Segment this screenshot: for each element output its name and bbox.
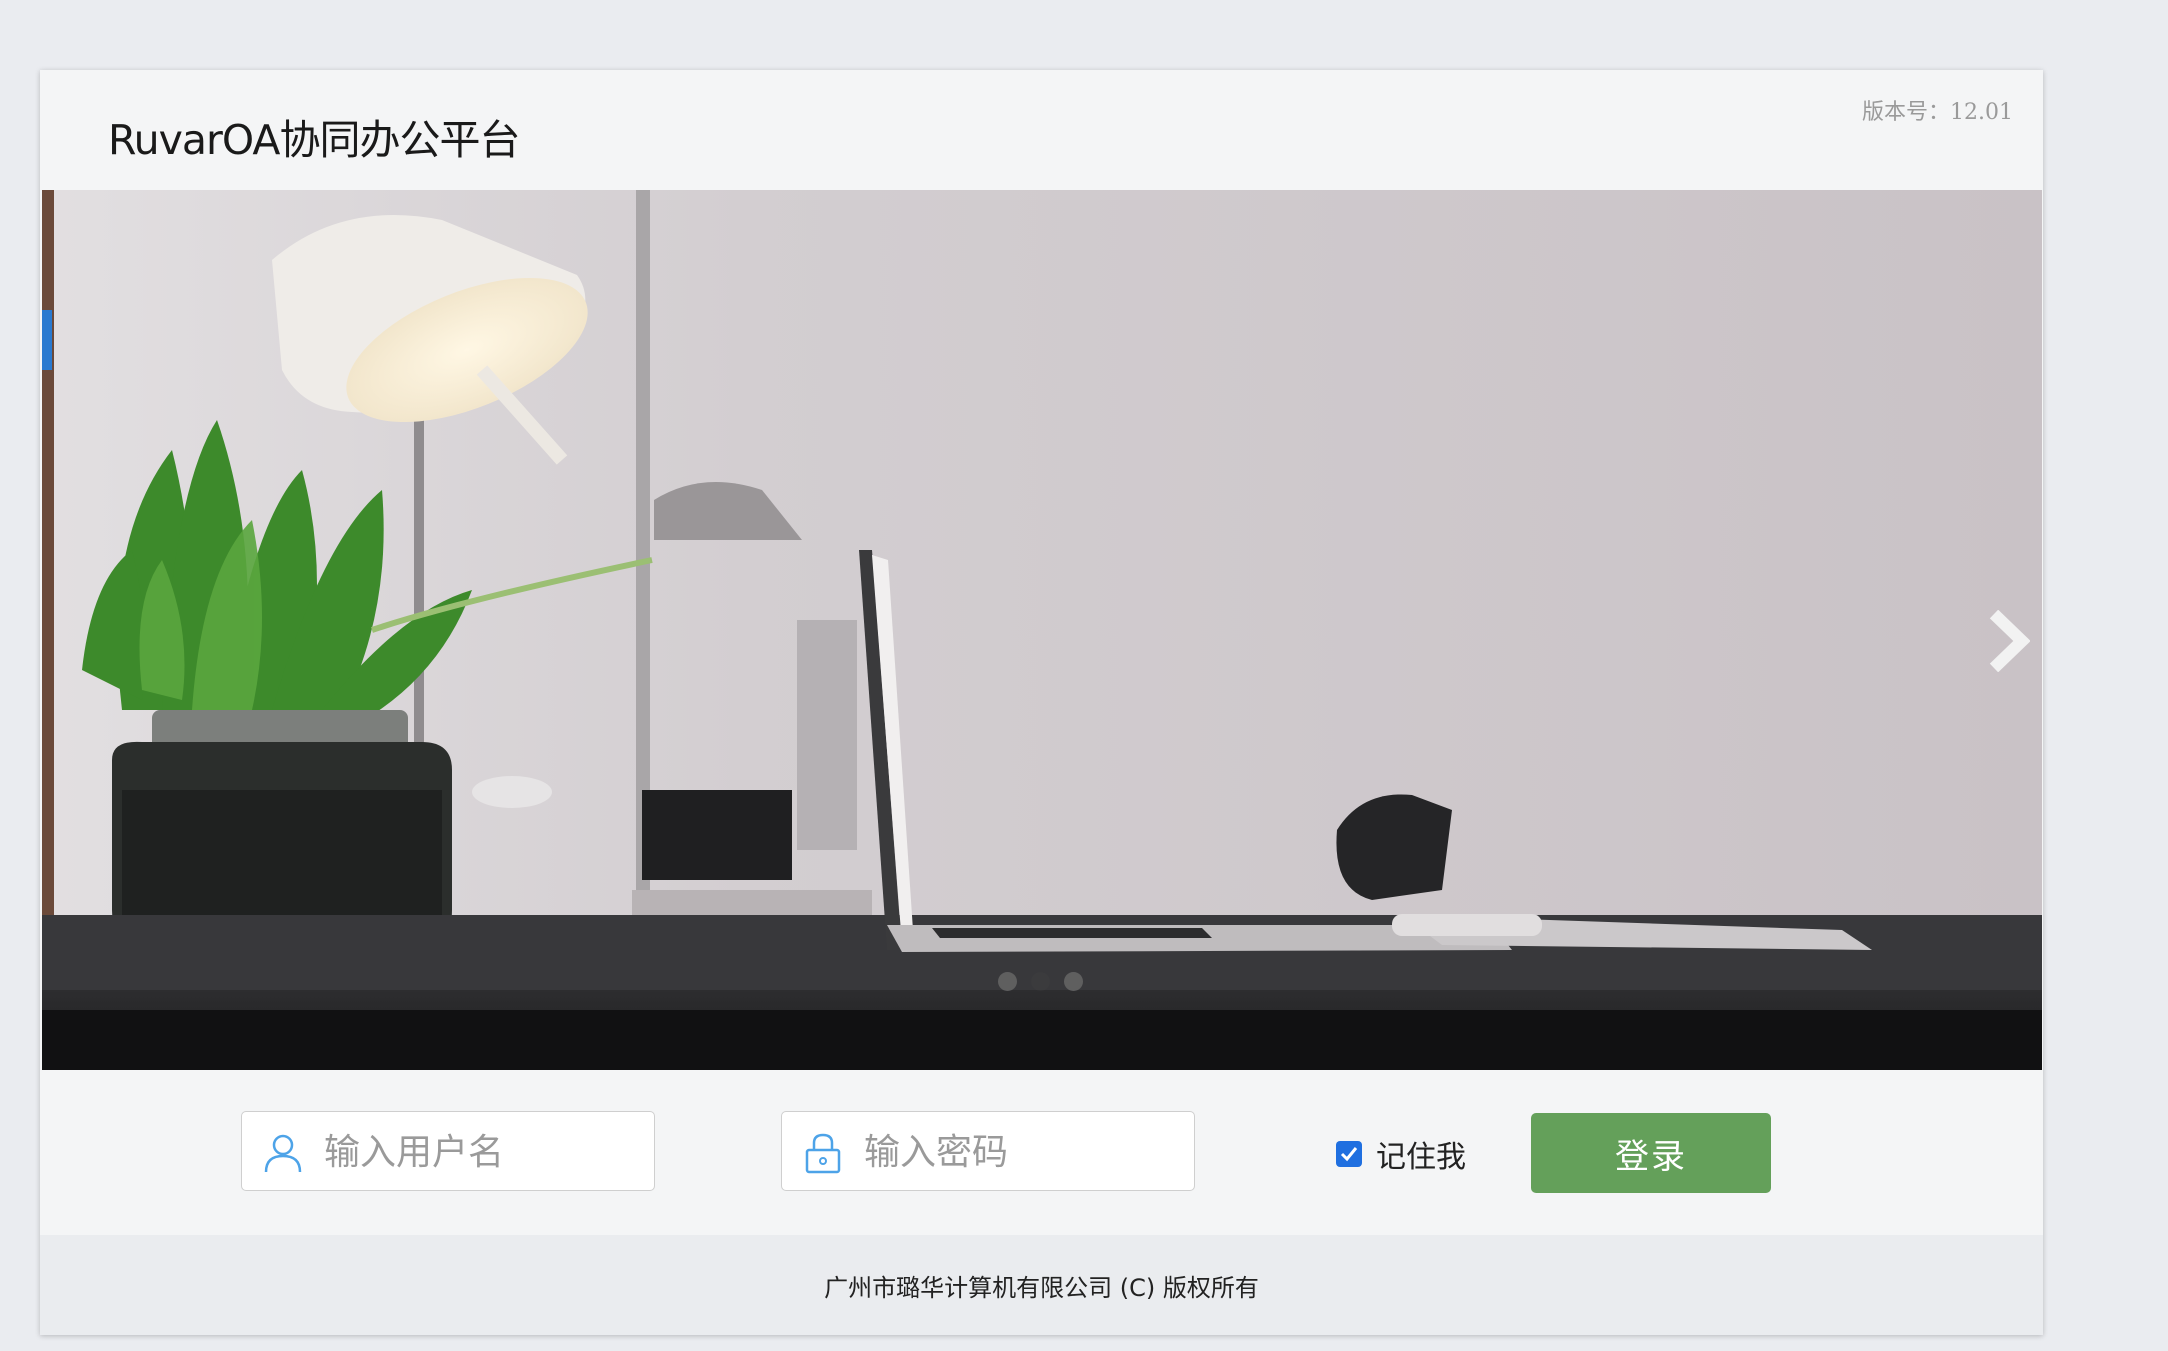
header: RuvarOA协同办公平台 版本号：12.01 <box>40 70 2043 190</box>
username-field[interactable] <box>241 1111 655 1192</box>
version-label: 版本号：12.01 <box>1862 100 2013 125</box>
password-field[interactable] <box>781 1111 1195 1192</box>
banner-carousel <box>42 190 2042 1070</box>
login-card: RuvarOA协同办公平台 版本号：12.01 输入用户名 记住我 登录 广州市… <box>40 70 2043 1335</box>
login-form: 记住我 登录 <box>40 1070 2043 1235</box>
copyright-text: 广州市璐华计算机有限公司 (C) 版权所有 <box>824 1273 1259 1302</box>
username-input[interactable] <box>322 1112 646 1192</box>
footer: 广州市璐华计算机有限公司 (C) 版权所有 <box>40 1235 2043 1335</box>
lock-icon <box>805 1133 841 1174</box>
login-button[interactable]: 登录 <box>1531 1113 1771 1193</box>
remember-label: 记住我 <box>1376 1140 1466 1175</box>
chevron-right-icon[interactable] <box>1986 610 2030 672</box>
checkmark-icon <box>1340 1147 1358 1162</box>
user-icon <box>264 1134 302 1173</box>
remember-me[interactable]: 记住我 <box>1336 1132 1466 1176</box>
remember-checkbox[interactable] <box>1336 1141 1362 1167</box>
carousel-dot[interactable] <box>1064 972 1083 991</box>
banner-image <box>42 190 2042 1070</box>
carousel-indicators <box>998 972 1083 991</box>
carousel-dot-active[interactable] <box>1031 972 1050 991</box>
carousel-dot[interactable] <box>998 972 1017 991</box>
password-input[interactable] <box>862 1112 1186 1192</box>
app-title: RuvarOA协同办公平台 <box>108 116 520 164</box>
